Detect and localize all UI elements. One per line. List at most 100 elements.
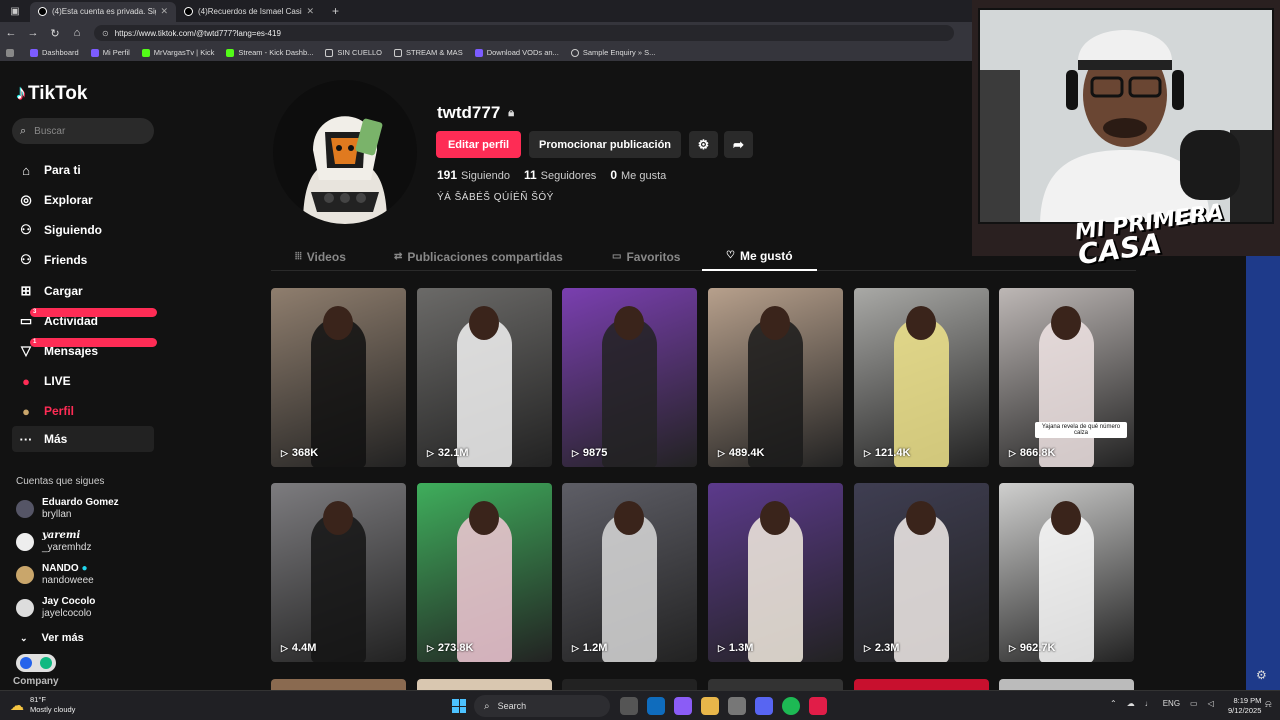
video-thumbnail[interactable]: Yajana revela de qué número calza ▷ 866.8K	[999, 288, 1134, 467]
language-indicator[interactable]: ENG	[1163, 699, 1180, 708]
search-input[interactable]: ⌕ Buscar	[12, 118, 154, 144]
bookmark-item[interactable]: Dashboard	[30, 48, 79, 57]
sidebar-item-m-s[interactable]: ··· Más	[12, 426, 154, 452]
thumbnail-hair	[469, 501, 499, 535]
following-stat[interactable]: 191 Siguiendo	[437, 168, 510, 182]
site-info-icon[interactable]: ⊙	[102, 29, 109, 38]
video-thumbnail[interactable]: ▷ 32.1M	[417, 288, 552, 467]
see-more-button[interactable]: ⌄ Ver más	[20, 632, 84, 644]
video-thumbnail[interactable]: ▷ 2.3M	[854, 483, 989, 662]
thumbnail-person	[311, 513, 366, 662]
file-explorer-icon[interactable]	[701, 697, 719, 715]
microphone-icon[interactable]: ♩	[1145, 699, 1153, 708]
edge-icon[interactable]	[647, 697, 665, 715]
sidebar-item-live[interactable]: ● LIVE	[12, 368, 154, 394]
view-count: ▷ 4.4M	[281, 642, 317, 654]
video-thumbnail-partial[interactable]	[854, 679, 989, 690]
play-icon: ▷	[427, 447, 434, 458]
play-icon: ▷	[572, 642, 579, 653]
reload-icon[interactable]: ↻	[44, 27, 66, 40]
bookmark-folder[interactable]: SIN CUELLO	[325, 48, 382, 57]
app-icon[interactable]	[809, 697, 827, 715]
bookmark-item[interactable]: Stream - Kick Dashb...	[226, 48, 313, 57]
discord-icon[interactable]	[755, 697, 773, 715]
following-account[interactable]: NANDO ● nandoweee	[16, 563, 94, 587]
copilot-icon[interactable]	[674, 697, 692, 715]
url-input[interactable]: ⊙ https://www.tiktok.com/@twtd777?lang=e…	[94, 25, 954, 41]
promote-post-button[interactable]: Promocionar publicación	[529, 131, 681, 158]
tab-favorites[interactable]: ▭ Favoritos	[612, 242, 680, 271]
cloud-icon[interactable]: ☁	[1127, 699, 1135, 708]
chevron-up-icon[interactable]: ⌃	[1110, 699, 1117, 708]
browser-tab-1[interactable]: (4)Esta cuenta es privada. Sigue a ✕	[30, 1, 176, 22]
video-thumbnail-partial[interactable]	[271, 679, 406, 690]
video-thumbnail[interactable]: ▷ 9875	[562, 288, 697, 467]
company-link[interactable]: Company	[13, 676, 59, 687]
thumbnail-person	[602, 318, 657, 467]
forward-icon[interactable]: →	[22, 27, 44, 39]
video-thumbnail[interactable]: ▷ 962.7K	[999, 483, 1134, 662]
taskbar-apps	[620, 697, 836, 715]
home-browser-icon[interactable]: ⌂	[66, 27, 88, 39]
tab-reposts[interactable]: ⇄ Publicaciones compartidas	[394, 242, 563, 271]
close-tab-icon[interactable]: ✕	[306, 6, 314, 17]
video-thumbnail-partial[interactable]	[999, 679, 1134, 690]
video-thumbnail[interactable]: ▷ 1.2M	[562, 483, 697, 662]
sidebar-item-siguiendo[interactable]: ⚇ Siguiendo	[12, 217, 154, 243]
display-icon[interactable]: ▭	[1190, 699, 1198, 708]
edit-profile-button[interactable]: Editar perfil	[436, 131, 521, 158]
view-count: ▷ 962.7K	[1009, 642, 1056, 654]
video-thumbnail-partial[interactable]	[562, 679, 697, 690]
sidebar-item-actividad[interactable]: ▭ 3 Actividad	[12, 308, 157, 334]
live-icon: ●	[22, 373, 30, 389]
profile-avatar[interactable]	[273, 80, 417, 224]
tab-liked[interactable]: ♡ Me gustó	[702, 242, 817, 271]
video-thumbnail[interactable]: ▷ 273.8K	[417, 483, 552, 662]
browser-tab-2[interactable]: (4)Recuerdos de Ismael Casillas y ✕	[176, 2, 322, 22]
following-account[interactable]: yaremi _yaremhdz	[16, 530, 91, 554]
share-icon[interactable]: ➦	[724, 131, 753, 158]
notification-bell-icon[interactable]: ⍾	[1265, 699, 1272, 710]
close-tab-icon[interactable]: ✕	[160, 6, 168, 17]
bookmark-item[interactable]: Sample Enquiry » S...	[570, 48, 655, 57]
obs-icon[interactable]	[728, 697, 746, 715]
view-count: ▷ 1.2M	[572, 642, 608, 654]
task-view-icon[interactable]	[620, 697, 638, 715]
bookmark-item[interactable]: Mi Perfil	[90, 48, 130, 57]
sidebar-item-para-ti[interactable]: ⌂ Para ti	[12, 157, 154, 183]
windows-start-icon[interactable]	[452, 699, 466, 713]
bookmark-folder[interactable]: STREAM & MAS	[394, 48, 463, 57]
spotify-icon[interactable]	[782, 697, 800, 715]
bookmarks-icon[interactable]	[6, 48, 18, 57]
tiktok-logo[interactable]: ♪ TikTok	[16, 82, 87, 105]
sidebar-item-explorar[interactable]: ◎ Explorar	[12, 187, 154, 213]
video-thumbnail[interactable]: ▷ 4.4M	[271, 483, 406, 662]
window-menu-icon[interactable]: ▣	[0, 6, 30, 17]
volume-icon[interactable]: ◁	[1208, 699, 1214, 708]
grid-icon: ⦙⦙⦙	[295, 251, 302, 262]
video-thumbnail[interactable]: ▷ 121.4K	[854, 288, 989, 467]
following-account[interactable]: Jay Cocolo jayelcocolo	[16, 596, 95, 620]
tab-videos[interactable]: ⦙⦙⦙ Videos	[295, 242, 346, 271]
bookmark-item[interactable]: MrVargasTv | Kick	[141, 48, 214, 57]
followers-stat[interactable]: 11 Seguidores	[524, 168, 596, 182]
video-thumbnail-partial[interactable]	[708, 679, 843, 690]
back-icon[interactable]: ←	[0, 27, 22, 39]
weather-widget[interactable]: ☁ 81°F Mostly cloudy	[10, 695, 75, 715]
sidebar-item-perfil[interactable]: ● Perfil	[12, 398, 154, 424]
video-thumbnail[interactable]: ▷ 1.3M	[708, 483, 843, 662]
settings-icon[interactable]: ⚙	[1256, 668, 1267, 682]
taskbar-clock[interactable]: 8:19 PM 9/12/2025	[1228, 696, 1261, 716]
sidebar-item-mensajes[interactable]: ▽ 1 Mensajes	[12, 338, 157, 364]
video-thumbnail[interactable]: ▷ 489.4K	[708, 288, 843, 467]
new-tab-icon[interactable]: +	[332, 4, 339, 18]
sidebar-item-friends[interactable]: ⚇ Friends	[12, 247, 154, 273]
taskbar-search[interactable]: ⌕ Search	[474, 695, 610, 717]
bookmark-item[interactable]: Download VODs an...	[474, 48, 559, 57]
video-thumbnail-partial[interactable]	[417, 679, 552, 690]
sidebar-item-cargar[interactable]: ⊞ Cargar	[12, 278, 154, 304]
settings-gear-icon[interactable]: ⚙	[689, 131, 718, 158]
following-account[interactable]: Eduardo Gomez bryllan	[16, 497, 119, 521]
extensions-pill[interactable]	[16, 654, 56, 672]
video-thumbnail[interactable]: ▷ 368K	[271, 288, 406, 467]
